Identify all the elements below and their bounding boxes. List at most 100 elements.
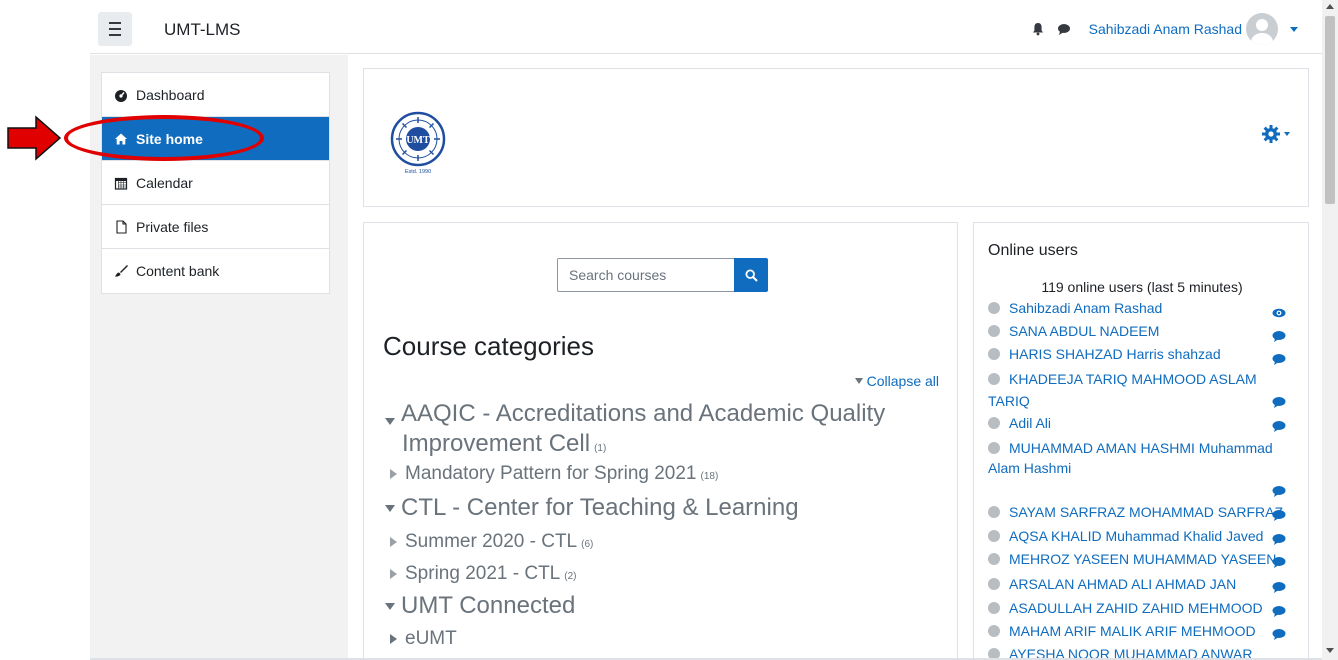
user-menu-name[interactable]: Sahibzadi Anam Rashad — [1089, 21, 1242, 37]
user-name: SAYAM SARFRAZ MOHAMMAD SARFRAZ — [1009, 504, 1284, 520]
red-ellipse-annotation — [64, 115, 264, 161]
chevron-down-icon[interactable] — [1290, 26, 1298, 32]
online-users-block: Online users 119 online users (last 5 mi… — [973, 222, 1309, 660]
online-users-title: Online users — [988, 242, 1078, 259]
chat-icon[interactable] — [1272, 353, 1286, 365]
site-brand[interactable]: UMT-LMS — [164, 20, 241, 40]
online-user[interactable]: ASADULLAH ZAHID ZAHID MEHMOOD — [988, 597, 1288, 619]
online-users-count: 119 online users (last 5 minutes) — [1041, 279, 1243, 295]
navbar: UMT-LMS Sahibzadi Anam Rashad — [90, 0, 1322, 54]
settings-menu[interactable] — [1262, 125, 1290, 143]
search-button[interactable] — [734, 258, 768, 292]
category-mandatory-pattern[interactable]: Mandatory Pattern for Spring 2021 (18) — [390, 463, 718, 485]
user-name: Alam Hashmi — [988, 460, 1072, 476]
dashboard-icon — [115, 89, 127, 102]
chat-icon[interactable] — [1272, 485, 1286, 497]
chat-icon[interactable] — [1272, 605, 1286, 617]
category-name: AAQIC - Accreditations and Academic Qual… — [401, 400, 886, 427]
category-count: (18) — [700, 471, 719, 482]
caret-down-icon — [854, 378, 863, 384]
chat-icon[interactable] — [1272, 420, 1286, 432]
online-user[interactable]: AQSA KHALID Muhammad Khalid Javed — [988, 525, 1288, 547]
nav-item-label: Private files — [136, 218, 209, 235]
online-user[interactable]: SANA ABDUL NADEEM — [988, 320, 1288, 342]
nav-item-content-bank[interactable]: Content bank — [102, 249, 329, 293]
online-user[interactable]: Adil Ali — [988, 412, 1288, 434]
user-name: MUHAMMAD AMAN HASHMI Muhammad — [1009, 440, 1273, 456]
chat-icon[interactable] — [1272, 628, 1286, 640]
user-name: Sahibzadi Anam Rashad — [1009, 300, 1163, 316]
avatar — [988, 302, 1000, 314]
search-courses-input[interactable]: Search courses — [557, 258, 735, 292]
menu-button[interactable] — [98, 12, 132, 46]
nav-item-label: Content bank — [136, 263, 220, 279]
avatar — [988, 578, 1000, 590]
category-umt-connected[interactable]: UMT Connected — [385, 592, 575, 620]
category-aaqic[interactable]: AAQIC - Accreditations and Academic Qual… — [385, 400, 885, 428]
nav-item-dashboard[interactable]: Dashboard — [102, 73, 329, 117]
chat-icon[interactable] — [1272, 509, 1286, 521]
category-spring-2021[interactable]: Spring 2021 - CTL (2) — [390, 563, 576, 585]
online-user[interactable]: Sahibzadi Anam Rashad — [988, 297, 1288, 319]
category-name: eUMT — [405, 628, 457, 649]
category-name: Mandatory Pattern for Spring 2021 — [405, 463, 697, 484]
nav-item-calendar[interactable]: Calendar — [102, 161, 329, 205]
logo-text: UMT — [406, 135, 430, 146]
avatar — [988, 348, 1000, 360]
category-eumt[interactable]: eUMT — [390, 628, 457, 650]
collapse-all-link[interactable]: Collapse all — [854, 373, 939, 389]
category-count: (2) — [564, 571, 577, 582]
online-user[interactable]: SAYAM SARFRAZ MOHAMMAD SARFRAZ — [988, 501, 1288, 523]
eye-icon[interactable] — [1272, 307, 1286, 319]
category-ctl[interactable]: CTL - Center for Teaching & Learning — [385, 494, 799, 522]
online-user[interactable]: ARSALAN AHMAD ALI AHMAD JAN — [988, 573, 1288, 595]
chat-icon[interactable] — [1272, 581, 1286, 593]
red-arrow-annotation — [7, 115, 62, 161]
chat-icon[interactable] — [1272, 396, 1286, 408]
chat-icon[interactable] — [1272, 330, 1286, 342]
page-scrollbar[interactable] — [1322, 0, 1338, 660]
logo-subtext: Estd. 1990 — [405, 169, 431, 175]
category-summer-2020[interactable]: Summer 2020 - CTL (6) — [390, 531, 593, 553]
caret-right-icon — [390, 568, 397, 579]
caret-right-icon — [390, 633, 397, 644]
caret-right-icon — [390, 536, 397, 547]
avatar — [988, 325, 1000, 337]
user-name: AQSA KHALID Muhammad Khalid Javed — [1009, 528, 1264, 544]
nav-item-private-files[interactable]: Private files — [102, 205, 329, 249]
bell-icon[interactable] — [1031, 22, 1045, 36]
umt-logo: UMT Estd. 1990 — [390, 111, 446, 175]
chat-icon[interactable] — [1057, 22, 1071, 36]
chat-icon[interactable] — [1272, 556, 1286, 568]
category-name: Spring 2021 - CTL — [405, 563, 561, 584]
avatar — [988, 625, 1000, 637]
user-name: SANA ABDUL NADEEM — [1009, 323, 1160, 339]
collapse-all-label: Collapse all — [866, 373, 939, 389]
user-name: ASADULLAH ZAHID ZAHID MEHMOOD — [1009, 600, 1263, 616]
online-user[interactable]: MEHROZ YASEEN MUHAMMAD YASEEN — [988, 548, 1288, 570]
caret-down-icon — [385, 418, 395, 426]
nav-item-label: Dashboard — [136, 86, 205, 103]
avatar — [988, 602, 1000, 614]
gear-icon — [1262, 125, 1280, 143]
online-user[interactable]: KHADEEJA TARIQ MAHMOOD ASLAM TARIQ — [988, 368, 1288, 412]
page-header: UMT Estd. 1990 — [363, 68, 1309, 207]
online-user-line2[interactable]: Alam Hashmi — [988, 457, 1288, 479]
online-user[interactable]: HARIS SHAHZAD Harris shahzad — [988, 343, 1288, 365]
search-icon — [744, 268, 758, 282]
scroll-down-icon[interactable] — [1326, 648, 1334, 653]
avatar[interactable] — [1246, 13, 1278, 45]
caret-down-icon — [385, 505, 395, 513]
online-user[interactable]: MAHAM ARIF MALIK ARIF MEHMOOD — [988, 620, 1288, 642]
page: UMT-LMS Sahibzadi Anam Rashad Dashboard … — [0, 0, 1338, 660]
scroll-up-icon[interactable] — [1326, 4, 1334, 9]
user-name: KHADEEJA TARIQ MAHMOOD ASLAM TARIQ — [988, 371, 1257, 409]
category-aaqic-line2[interactable]: Improvement Cell (1) — [402, 430, 606, 458]
online-user[interactable]: MUHAMMAD AMAN HASHMI Muhammad — [988, 437, 1288, 459]
chat-icon[interactable] — [1272, 533, 1286, 545]
course-categories-title: Course categories — [383, 331, 594, 361]
scrollbar-thumb[interactable] — [1325, 16, 1335, 204]
avatar — [988, 553, 1000, 565]
category-name: Improvement Cell — [402, 430, 591, 457]
category-count: (1) — [594, 443, 607, 454]
